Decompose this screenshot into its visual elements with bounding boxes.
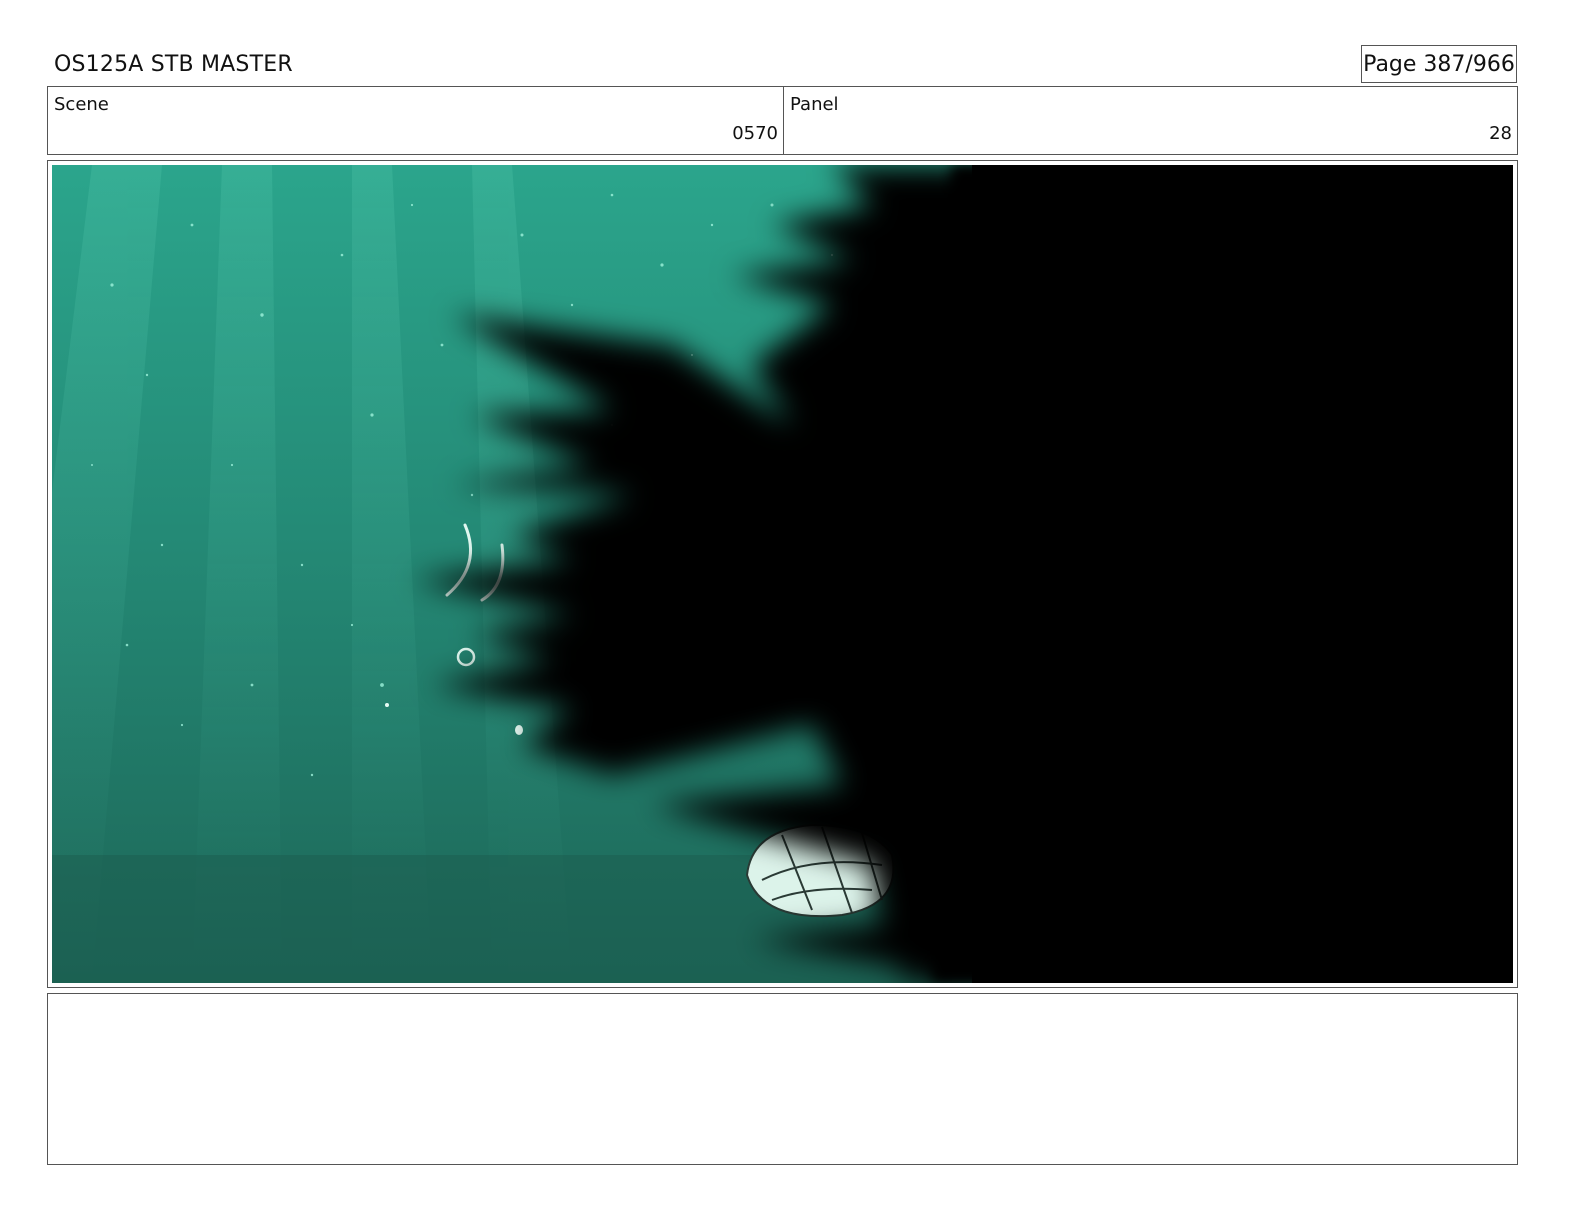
page-number: Page 387/966 [1361,45,1517,83]
scene-panel-info: Scene 0570 Panel 28 [47,86,1518,155]
storyboard-image [52,165,1513,983]
scene-label: Scene [54,94,109,115]
scene-number: 0570 [732,123,778,144]
shadow-core [972,165,1513,983]
storyboard-frame [47,160,1518,988]
panel-cell: Panel 28 [784,87,1517,154]
scene-cell: Scene 0570 [48,87,784,154]
panel-number: 28 [1489,123,1512,144]
notes-area [47,993,1518,1165]
panel-label: Panel [790,94,839,115]
document-title: OS125A STB MASTER [54,52,293,77]
